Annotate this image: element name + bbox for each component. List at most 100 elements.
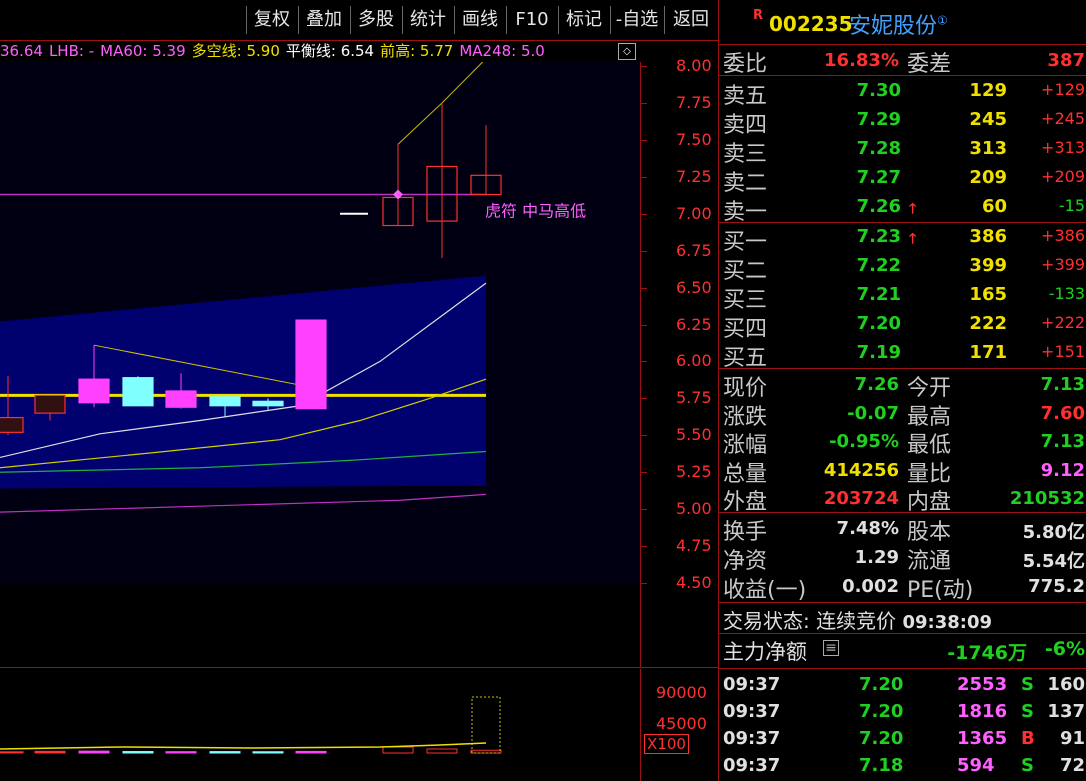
tick-time: 09:37 [723, 755, 781, 776]
bid-row[interactable]: 买三 7.21 165 -133 [719, 282, 1086, 313]
info-value: 7.48% [836, 518, 899, 539]
toolbar-button-5[interactable]: F10 [506, 6, 557, 34]
quote-label: 总量 [723, 461, 768, 487]
toolbar-button-4[interactable]: 画线 [454, 6, 505, 34]
bid-row[interactable]: 买五 7.19 171 +151 [719, 340, 1086, 371]
ask-row[interactable]: 卖五 7.30 129 +129 [719, 78, 1086, 109]
info-label: 净资 [723, 549, 768, 574]
tick-price: 7.18 [859, 755, 904, 776]
tick-row[interactable]: 09:37 7.20 2553 S 160 [719, 672, 1086, 698]
level-volume: 386 [969, 226, 1007, 247]
separator [719, 75, 1086, 76]
level-change: -15 [1058, 196, 1085, 215]
toolbar-button-6[interactable]: 标记 [558, 6, 609, 34]
volume-bar [165, 751, 197, 754]
indicator-item: MA60: 5.39 [100, 42, 186, 60]
level-change: +209 [1041, 167, 1085, 186]
toolbar-button-7[interactable]: -自选 [610, 6, 663, 34]
tick-time: 09:37 [723, 701, 781, 722]
toolbar-button-0[interactable]: 复权 [246, 6, 297, 34]
kline-chart[interactable]: 虎符 中马高低 [0, 62, 640, 667]
candle-body [209, 396, 241, 407]
volume-bar [122, 751, 154, 754]
badge: R [753, 8, 764, 23]
level-label: 卖三 [723, 142, 768, 167]
tick-count: 72 [1059, 755, 1085, 776]
info-value: 775.2 [1028, 576, 1085, 597]
level-price: 7.30 [856, 80, 901, 101]
price-axis-area [640, 62, 718, 667]
info-label: PE(动) [907, 578, 974, 603]
level-change: +129 [1041, 80, 1085, 99]
up-arrow-icon: 🡑 [909, 231, 917, 247]
weibi-label: 委比 [723, 52, 768, 77]
indicator-item: 平衡线: 6.54 [285, 42, 375, 60]
quote-value: -0.07 [847, 402, 899, 424]
separator [719, 602, 1086, 603]
indicator-item: 前高: 5.77 [380, 42, 454, 60]
level-volume: 245 [969, 109, 1007, 130]
candle-body [165, 390, 197, 408]
quote-label: 量比 [907, 461, 952, 487]
tick-row[interactable]: 09:37 7.18 594 S 72 [719, 753, 1086, 779]
ask-row[interactable]: 卖四 7.29 245 +245 [719, 107, 1086, 138]
diamond-icon[interactable]: ◇ [618, 43, 636, 60]
ask-row[interactable]: 卖二 7.27 209 +209 [719, 165, 1086, 196]
tick-count: 160 [1047, 674, 1085, 695]
volume-chart [0, 696, 502, 754]
volume-bar [295, 750, 327, 754]
volume-unit-badge[interactable]: X100 [644, 734, 689, 754]
quote-value: 7.13 [1040, 431, 1085, 452]
level-label: 买二 [723, 259, 768, 284]
info-label: 换手 [723, 520, 768, 545]
candle-body [252, 400, 284, 407]
volume-bar [426, 748, 458, 754]
bid-row[interactable]: 买四 7.20 222 +222 [719, 311, 1086, 342]
candle-body [34, 394, 66, 414]
tick-row[interactable]: 09:37 7.20 1365 B 91 [719, 726, 1086, 752]
quote-panel: R 002235 安妮股份① 委比 16.83% 委差 387 卖五 7.30 129 +1… [718, 0, 1086, 781]
list-icon[interactable]: ≡ [823, 640, 839, 656]
tick-count: 137 [1047, 701, 1085, 722]
toolbar-button-3[interactable]: 统计 [402, 6, 453, 34]
netflow-label: 主力净额 [723, 640, 807, 664]
toolbar-button-2[interactable]: 多股 [350, 6, 401, 34]
separator [719, 44, 1086, 45]
bid-row[interactable]: 买二 7.22 399 +399 [719, 253, 1086, 284]
quote-value: 9.12 [1040, 459, 1085, 481]
bid-row[interactable]: 买一 7.23 🡑 386 +386 [719, 224, 1086, 255]
trade-status: 交易状态: 连续竞价 09:38:09 [723, 609, 992, 633]
toolbar-button-1[interactable]: 叠加 [298, 6, 349, 34]
level-volume: 129 [969, 80, 1007, 101]
level-price: 7.22 [856, 255, 901, 276]
info-value: 5.80亿 [1022, 522, 1085, 543]
quote-value: 7.26 [854, 374, 899, 395]
info-label: 股本 [907, 520, 952, 545]
level-change: +399 [1041, 255, 1085, 274]
level-price: 7.23 [856, 226, 901, 247]
weibi-value: 16.83% [824, 50, 899, 71]
ask-row[interactable]: 卖三 7.28 313 +313 [719, 136, 1086, 167]
stock-name[interactable]: 安妮股份① [849, 8, 948, 40]
toolbar-button-8[interactable]: 返回 [664, 6, 717, 34]
weicha-label: 委差 [907, 52, 952, 77]
level-change: +386 [1041, 226, 1085, 245]
level-price: 7.26 [856, 196, 901, 217]
quote-value: 7.13 [1040, 374, 1085, 395]
level-label: 买一 [723, 230, 768, 255]
ask-row[interactable]: 卖一 7.26 🡑 60 -15 [719, 194, 1086, 225]
level-volume: 60 [981, 196, 1007, 217]
level-change: -133 [1048, 284, 1085, 303]
quote-value: 414256 [823, 459, 899, 481]
tick-side: S [1021, 701, 1034, 722]
quote-label: 最低 [907, 433, 952, 458]
separator [719, 368, 1086, 369]
stock-code: 002235 [769, 12, 853, 36]
level-volume: 171 [969, 342, 1007, 363]
tick-row[interactable]: 09:37 7.20 1816 S 137 [719, 699, 1086, 725]
quote-label: 涨幅 [723, 433, 768, 458]
candle-body [78, 378, 110, 404]
level-volume: 399 [969, 255, 1007, 276]
quote-label: 今开 [907, 376, 952, 401]
indicator-item: 36.64 [0, 42, 43, 60]
